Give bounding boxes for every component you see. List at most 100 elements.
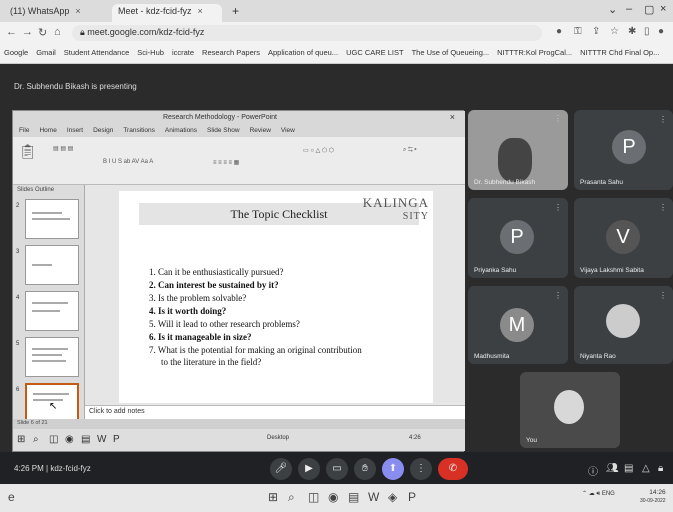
bookmark-item[interactable]: NITTTR:Kol ProgCal... [497,48,572,59]
system-tray[interactable]: ⌃ ☁ 🔊︎ ENG [582,490,615,498]
bookmark-item[interactable]: iccrate [172,48,194,59]
self-view-tile[interactable]: You [520,372,620,448]
slide: The Topic Checklist KALINGA SITY 1. Can … [119,191,433,403]
maximize-icon[interactable]: ▢ [644,3,654,16]
forward-icon[interactable]: → [22,26,33,38]
bookmark-item[interactable]: Application of queu... [268,48,338,59]
raise-hand-icon[interactable]: ✋︎ [354,458,376,480]
bookmark-item[interactable]: Student Attendance [64,48,129,59]
participant-name: Madhusmita [474,353,510,360]
menu-item: Home [39,127,57,134]
key-icon[interactable]: ⚿ [574,26,582,37]
home-icon[interactable]: ⌂ [54,26,61,38]
participant-tile[interactable]: M Madhusmita ⋮ [468,286,568,364]
bookmark-item[interactable]: Research Papers [202,48,260,59]
activities-icon[interactable]: △ [642,463,650,474]
back-icon[interactable]: ← [6,26,17,38]
app-icon[interactable]: ◈ [388,490,397,504]
notes-pane: Click to add notes [85,405,465,419]
camera-toggle-icon[interactable]: ▶ [298,458,320,480]
share-icon[interactable]: ⇪ [592,26,600,37]
shapes-icon: ▭ ○ △ ⬠ ⬡ [303,148,335,154]
more-options-icon[interactable]: ⋮ [659,291,667,300]
more-options-icon[interactable]: ⋮ [554,291,562,300]
profile-photo [606,304,640,338]
profile-icon[interactable]: ● [658,26,664,37]
edge-icon[interactable]: e [8,490,15,504]
university-logo-sub: SITY [402,211,429,222]
windows-start-icon[interactable]: ⊞ [268,490,278,504]
participant-tile[interactable]: V Vijaya Lakshmi Sabita ⋮ [574,198,673,278]
url-input[interactable]: 🔒︎ meet.google.com/kdz-fcid-fyz [72,25,542,41]
new-tab-icon[interactable]: + [232,4,239,18]
people-icon[interactable]: 👥︎ [606,463,619,474]
taskview-icon[interactable]: ◫ [308,490,319,504]
chat-icon[interactable]: ▤ [624,463,633,474]
camera-icon[interactable]: ● [556,26,562,37]
more-options-icon[interactable]: ⋮ [659,203,667,212]
slide-editing-area: The Topic Checklist KALINGA SITY 1. Can … [85,185,465,405]
participant-tile[interactable]: P Prasanta Sahu ⋮ [574,110,673,190]
word-icon[interactable]: W [368,490,379,504]
star-icon[interactable]: ☆ [610,26,619,37]
search-icon[interactable]: ⌕ [288,490,295,505]
present-icon[interactable]: ⬆ [382,458,404,480]
menu-item: Transitions [123,127,155,134]
participant-name: Niyanta Rao [580,353,616,360]
participant-tile[interactable]: P Priyanka Sahu ⋮ [468,198,568,278]
mic-icon[interactable]: 🎤︎ [270,458,292,480]
close-icon[interactable]: × [75,6,80,16]
captions-icon[interactable]: ▭ [326,458,348,480]
ppt-status-bar: Slide 6 of 21 [13,419,465,429]
paste-icon: 📋︎ [19,143,37,159]
folder-icon[interactable]: ▤ [348,490,359,504]
system-clock[interactable]: 14:26 30-09-2022 [640,489,666,505]
shared-screen: Research Methodology - PowerPoint × File… [12,110,465,452]
video-feed [498,138,532,182]
minimize-icon[interactable]: – [626,3,632,15]
thumbs-header: Slides Outline [17,187,55,193]
university-logo: KALINGA [362,195,429,210]
leave-call-button[interactable]: ✆ [438,458,468,480]
tab-label: Meet - kdz-fcid-fyz [118,6,192,16]
sidebar-icon[interactable]: ▯ [644,26,650,37]
bookmark-item[interactable]: NITTTR Chd Final Op... [580,48,659,59]
chrome-icon[interactable]: ◉ [328,490,338,504]
bookmark-item[interactable]: UGC CARE LIST [346,48,404,59]
close-icon: × [449,112,455,122]
reload-icon[interactable]: ↻ [38,26,47,39]
close-window-icon[interactable]: × [660,3,666,15]
bookmark-item[interactable]: Sci-Hub [137,48,164,59]
tab-meet[interactable]: Meet - kdz-fcid-fyz × [112,4,222,22]
info-icon[interactable]: ⓘ [588,463,598,478]
avatar: M [500,308,534,342]
menu-item: Slide Show [207,127,240,134]
powerpoint-icon[interactable]: P [408,490,416,504]
paragraph-controls: ≡ ≡ ≡ ≡ ▦ [213,160,240,166]
menu-item: Design [93,127,114,134]
avatar: V [606,220,640,254]
screen: (11) WhatsApp × Meet - kdz-fcid-fyz × + ⌄ … [0,0,673,512]
slide-thumb [25,199,79,239]
participant-tile[interactable]: Dr. Subhendu Bikash ⋮ [468,110,568,190]
menu-item: File [19,127,30,134]
chevron-down-icon[interactable]: ⌄ [608,3,617,16]
editing-icon: ⌕ ⇆ ▸ [403,147,417,153]
more-options-icon[interactable]: ⋮ [554,114,562,123]
bookmark-item[interactable]: The Use of Queueing... [412,48,490,59]
extensions-icon[interactable]: ✱ [628,26,636,37]
lock-icon[interactable]: 🔒︎ [658,463,663,474]
bookmark-item[interactable]: Gmail [36,48,56,59]
desktop-label: Desktop [267,435,290,441]
more-options-icon[interactable]: ⋮ [659,115,667,124]
search-icon: ⌕ [33,434,39,445]
tab-whatsapp[interactable]: (11) WhatsApp × [4,4,104,22]
menu-item: View [280,127,295,134]
close-icon[interactable]: × [198,6,203,16]
more-options-icon[interactable]: ⋮ [554,203,562,212]
slide-thumb [25,337,79,377]
bookmark-item[interactable]: Google [4,48,28,59]
participant-tile[interactable]: Niyanta Rao ⋮ [574,286,673,364]
participant-name: Priyanka Sahu [474,267,517,274]
more-options-icon[interactable]: ⋮ [410,458,432,480]
